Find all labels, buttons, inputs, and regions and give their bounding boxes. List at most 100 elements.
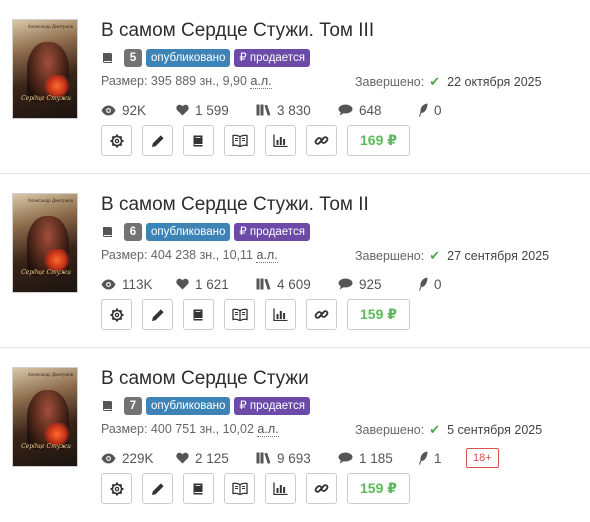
cover-flare [43,423,71,445]
edit-button[interactable] [142,125,173,156]
stats-row: 113K 1 621 4 609 925 0 [101,274,466,294]
link-button[interactable] [306,473,337,504]
book-icon [101,52,115,64]
book-title[interactable]: В самом Сердце Стужи [101,368,309,390]
size-label: Размер: [101,74,148,88]
chapters-button[interactable] [183,125,214,156]
on-sale-label: продается [249,52,305,64]
feather-award-icon [419,103,428,117]
volume-count-badge: 6 [124,223,142,241]
awards-count: 1 [434,450,442,466]
statistics-button[interactable] [265,473,296,504]
views-count: 113K [122,276,153,292]
on-sale-badge: ₽ продается [234,397,310,415]
link-button[interactable] [306,299,337,330]
library-stat: 9 693 [256,451,338,466]
views-count: 92K [122,102,147,118]
size-unit: а.л. [257,422,279,437]
book-title[interactable]: В самом Сердце Стужи. Том II [101,194,369,216]
badge-row: 6 опубликовано ₽ продается [101,223,314,241]
on-sale-badge: ₽ продается [234,49,310,67]
book-cover[interactable]: Александр Дмитриев Сердце Стужи [12,367,78,467]
book-size: Размер: 400 751 зн., 10,02 а.л. [101,422,279,437]
settings-button[interactable] [101,125,132,156]
bar-chart-icon [273,134,288,147]
check-icon: ✔ [429,248,441,263]
bar-chart-icon [273,482,288,495]
library-count: 3 830 [277,102,311,118]
feather-award-icon [419,277,428,291]
action-toolbar: 169 ₽ [101,125,410,156]
feather-award-icon [419,451,428,465]
cover-author: Александр Дмитриев [27,198,73,203]
comments-stat: 648 [338,103,418,118]
completed-info: Завершено: ✔ 27 сентября 2025 [355,248,549,264]
cover-title: Сердце Стужи [21,269,71,276]
on-sale-label: продается [249,226,305,238]
size-value: 400 751 зн., 10,02 [150,422,254,436]
chapters-button[interactable] [183,473,214,504]
published-badge: опубликовано [146,397,231,415]
library-count: 4 609 [277,276,311,292]
size-label: Размер: [101,248,148,262]
library-stat: 3 830 [256,103,338,118]
book-size: Размер: 404 238 зн., 10,11 а.л. [101,248,278,263]
views-count: 229K [122,450,154,466]
settings-button[interactable] [101,299,132,330]
completed-info: Завершено: ✔ 5 сентября 2025 [355,422,542,438]
likes-count: 1 599 [195,102,229,118]
buy-price-button[interactable]: 159 ₽ [347,299,410,330]
comment-icon [338,104,353,116]
buy-price-button[interactable]: 169 ₽ [347,125,410,156]
link-button[interactable] [306,125,337,156]
stats-row: 229K 2 125 9 693 1 185 1 18+ [101,448,499,468]
statistics-button[interactable] [265,125,296,156]
read-button[interactable] [224,125,255,156]
age-rating-badge: 18+ [466,448,499,468]
awards-count: 0 [434,276,442,292]
link-icon [314,136,329,145]
library-stat: 4 609 [256,277,338,292]
awards-stat: 1 [418,451,466,466]
likes-count: 1 621 [195,276,229,292]
statistics-button[interactable] [265,299,296,330]
book-icon [193,309,203,320]
size-value: 404 238 зн., 10,11 [150,248,253,262]
buy-price-button[interactable]: 159 ₽ [347,473,410,504]
library-icon [256,104,271,116]
book-cover[interactable]: Александр Дмитриев Сердце Стужи [12,19,78,119]
views-stat: 113K [101,277,176,292]
likes-stat: 1 599 [176,103,256,118]
heart-icon [176,452,189,464]
completed-label: Завершено: [355,423,425,437]
settings-button[interactable] [101,473,132,504]
edit-button[interactable] [142,299,173,330]
views-stat: 229K [101,451,176,466]
read-button[interactable] [224,473,255,504]
stats-row: 92K 1 599 3 830 648 0 [101,100,466,120]
read-button[interactable] [224,299,255,330]
library-count: 9 693 [277,450,311,466]
book-card: Александр Дмитриев Сердце Стужи В самом … [0,0,590,174]
badge-row: 7 опубликовано ₽ продается [101,397,314,415]
volume-count-badge: 7 [124,397,142,415]
eye-icon [101,279,116,289]
eye-icon [101,453,116,463]
edit-button[interactable] [142,473,173,504]
completed-label: Завершено: [355,75,425,89]
cover-author: Александр Дмитриев [27,24,73,29]
completed-date: 22 октября 2025 [447,75,542,89]
book-title[interactable]: В самом Сердце Стужи. Том III [101,20,374,42]
comments-count: 648 [359,102,382,118]
chapters-button[interactable] [183,299,214,330]
book-icon [101,400,115,412]
link-icon [314,484,329,493]
heart-icon [176,104,189,116]
check-icon: ✔ [429,74,441,89]
cover-title: Сердце Стужи [21,95,71,102]
book-cover[interactable]: Александр Дмитриев Сердце Стужи [12,193,78,293]
gear-icon [110,482,123,495]
pencil-icon [151,482,164,495]
open-book-icon [231,482,248,495]
awards-stat: 0 [418,103,466,118]
